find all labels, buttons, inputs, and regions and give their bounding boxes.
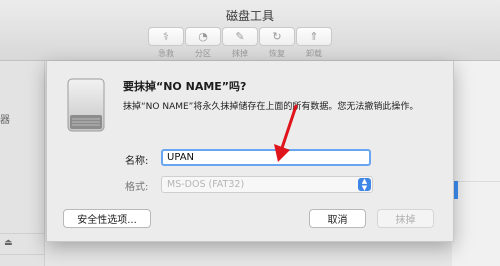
toolbar-restore[interactable]: ↻ 恢复 [259, 27, 295, 59]
toolbar-first-aid[interactable]: ⚕ 急救 [148, 27, 184, 59]
toolbar-unmount-label: 卸载 [306, 49, 322, 58]
toolbar-partition[interactable]: ◔ 分区 [185, 27, 221, 59]
name-label: 名称: [125, 156, 149, 167]
toolbar-restore-label: 恢复 [269, 49, 285, 58]
annotation-arrow-icon [274, 104, 298, 162]
unmount-icon: ⇑ [296, 27, 332, 46]
erase-dialog: 要抹掉“NO NAME”吗? 抹掉“NO NAME”将永久抹掉储存在上面的所有数… [46, 61, 454, 242]
toolbar-unmount[interactable]: ⇑ 卸载 [296, 27, 332, 59]
format-select-value: MS-DOS (FAT32) [167, 179, 245, 190]
toolbar-partition-label: 分区 [195, 49, 211, 58]
eject-icon[interactable]: ⏏ [4, 238, 13, 248]
security-options-button[interactable]: 安全性选项... [63, 209, 151, 228]
restore-icon: ↻ [259, 27, 295, 46]
window-titlebar: 磁盘工具 ⚕ 急救 ◔ 分区 ✎ 抹掉 ↻ 恢复 ⇑ 卸载 [0, 0, 500, 61]
external-disk-icon [67, 78, 105, 132]
dialog-heading: 要抹掉“NO NAME”吗? [123, 80, 247, 93]
cancel-button[interactable]: 取消 [309, 209, 366, 228]
toolbar-first-aid-label: 急救 [158, 49, 174, 58]
format-select[interactable]: MS-DOS (FAT32) ▲ ▼ [161, 176, 373, 193]
sidebar: 器 ⏏ [0, 61, 45, 266]
toolbar-erase-label: 抹掉 [232, 49, 248, 58]
erase-button[interactable]: 抹掉 [377, 209, 434, 228]
select-arrows-icon: ▲ ▼ [358, 178, 371, 191]
partition-icon: ◔ [185, 27, 221, 46]
stethoscope-icon: ⚕ [148, 27, 184, 46]
erase-icon: ✎ [222, 27, 258, 46]
window-title: 磁盘工具 [225, 9, 274, 23]
format-label: 格式: [125, 182, 149, 193]
toolbar-erase[interactable]: ✎ 抹掉 [222, 27, 258, 59]
divider [452, 181, 500, 182]
sidebar-fragment: 器 [0, 115, 10, 126]
main-content-background [452, 61, 500, 266]
